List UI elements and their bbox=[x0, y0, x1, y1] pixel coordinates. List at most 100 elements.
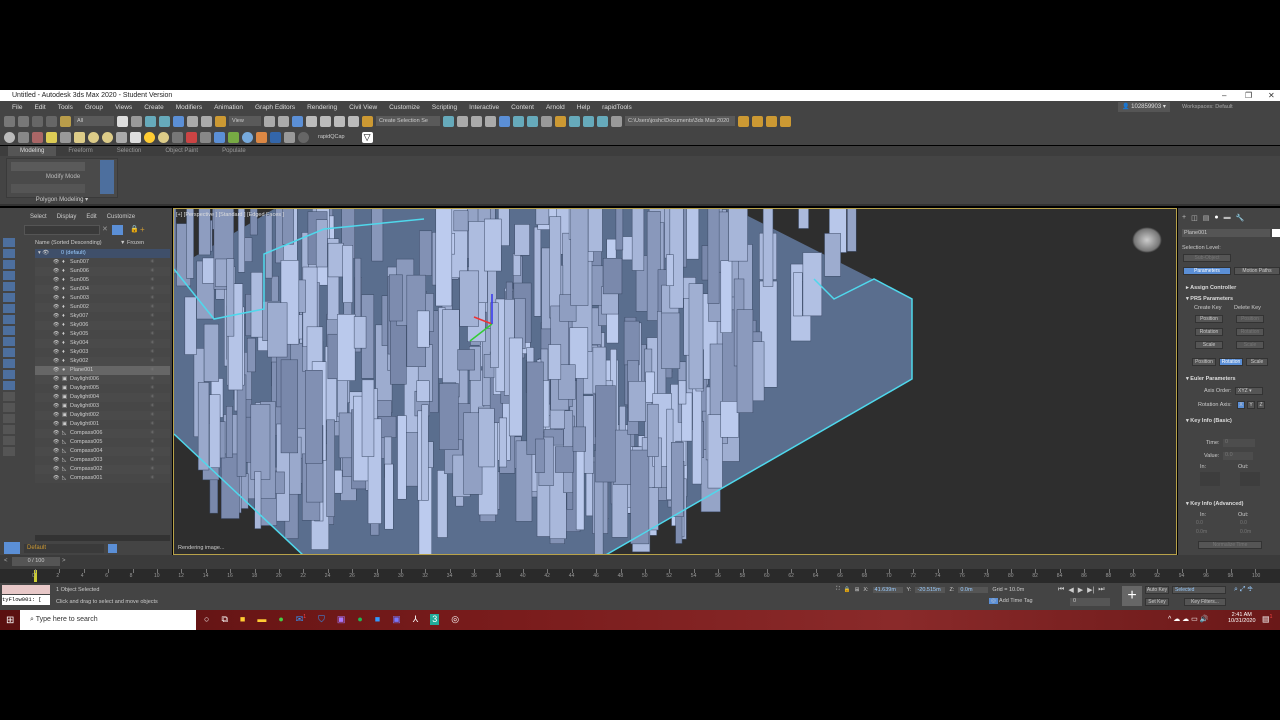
menu-animation[interactable]: Animation bbox=[208, 104, 249, 111]
explorer-filter-icon[interactable] bbox=[3, 260, 15, 269]
scene-object-row[interactable]: 👁 ♦ Sky002 ✳ bbox=[35, 357, 170, 366]
obs-icon[interactable]: ◎ bbox=[451, 614, 459, 625]
box-icon[interactable] bbox=[74, 131, 85, 143]
edit-named-selection-icon[interactable] bbox=[362, 115, 373, 127]
frozen-toggle-icon[interactable]: ✳ bbox=[150, 456, 155, 465]
x-coord-field[interactable]: 41.639m bbox=[872, 586, 903, 593]
chrome-icon[interactable]: ● bbox=[278, 614, 283, 625]
frozen-toggle-icon[interactable]: ✳ bbox=[150, 303, 155, 312]
visibility-eye-icon[interactable]: 👁 bbox=[53, 348, 59, 357]
frozen-toggle-icon[interactable]: ✳ bbox=[150, 285, 155, 294]
layer-row[interactable]: ▾ 👁 0 (default) bbox=[35, 249, 170, 258]
bug-icon[interactable] bbox=[228, 131, 239, 143]
layer-dropdown[interactable]: Default bbox=[24, 544, 104, 553]
scene-object-row[interactable]: 👁 ♦ Sun002 ✳ bbox=[35, 303, 170, 312]
material-editor-icon[interactable] bbox=[541, 115, 552, 127]
axis-y-button[interactable]: Y bbox=[1247, 401, 1255, 409]
utilities-tab-icon[interactable]: 🔧 bbox=[1236, 214, 1245, 222]
explorer-filter-icon[interactable] bbox=[3, 436, 15, 445]
frozen-toggle-icon[interactable]: ✳ bbox=[150, 384, 155, 393]
motion-tab-icon[interactable]: ● bbox=[1214, 214, 1218, 222]
frozen-toggle-icon[interactable]: ✳ bbox=[150, 294, 155, 303]
archive-folder-icon[interactable] bbox=[780, 115, 791, 127]
visibility-eye-icon[interactable]: 👁 bbox=[53, 429, 59, 438]
render-setup-icon[interactable] bbox=[555, 115, 566, 127]
teams-icon[interactable]: ▣ bbox=[392, 614, 401, 625]
taskbar-search-input[interactable]: ⌕ Type here to search bbox=[20, 610, 196, 630]
maxscript-input[interactable]: tyFlow001: [ bbox=[2, 595, 50, 605]
frozen-toggle-icon[interactable]: ✳ bbox=[150, 393, 155, 402]
flask-icon[interactable] bbox=[200, 131, 211, 143]
visibility-eye-icon[interactable]: 👁 bbox=[53, 366, 59, 375]
value-field[interactable]: 0.0 bbox=[1223, 452, 1253, 460]
visibility-eye-icon[interactable]: 👁 bbox=[53, 447, 59, 456]
explorer-menu-edit[interactable]: Edit bbox=[86, 214, 96, 220]
time-field[interactable]: 0 bbox=[1223, 439, 1255, 447]
visibility-eye-icon[interactable]: 👁 bbox=[53, 276, 59, 285]
visibility-eye-icon[interactable]: 👁 bbox=[53, 339, 59, 348]
vray-icon[interactable]: ▽ bbox=[361, 131, 373, 143]
mail-icon[interactable]: ✉1 bbox=[296, 614, 306, 625]
frozen-toggle-icon[interactable]: ✳ bbox=[150, 465, 155, 474]
track-bar[interactable]: 0 2 4 6 8 10 12 14 16 18 20 22 24 26 28 30 32 34 36 38 40 42 4… bbox=[0, 569, 1280, 583]
next-key-icon[interactable]: ▶| bbox=[1087, 586, 1094, 594]
window-crossing-icon[interactable] bbox=[159, 115, 170, 127]
explorer-filter-icon[interactable] bbox=[3, 282, 15, 291]
create-tab-icon[interactable]: + bbox=[1182, 214, 1186, 222]
scene-object-row[interactable]: 👁 ▣ Daylight003 ✳ bbox=[35, 402, 170, 411]
scene-object-row[interactable]: 👁 ▣ Daylight005 ✳ bbox=[35, 384, 170, 393]
scene-object-row[interactable]: 👁 ● Plane001 ✳ bbox=[35, 366, 170, 375]
close-button[interactable]: ✕ bbox=[1268, 90, 1275, 101]
visibility-eye-icon[interactable]: 👁 bbox=[53, 312, 59, 321]
key-info-basic-rollout[interactable]: ▾ Key Info (Basic) bbox=[1186, 418, 1232, 424]
delete-position-key[interactable]: Position bbox=[1236, 315, 1264, 323]
select-object-icon[interactable] bbox=[117, 115, 128, 127]
explorer-filter-icon[interactable] bbox=[3, 403, 15, 412]
named-selection-dropdown[interactable]: Create Selection Se bbox=[376, 116, 440, 126]
explorer-filter-icon[interactable] bbox=[3, 425, 15, 434]
save-folder-icon[interactable] bbox=[766, 115, 777, 127]
ribbon-tab-freeform[interactable]: Freeform bbox=[56, 146, 104, 156]
selection-lock-icon[interactable]: 🔒 bbox=[844, 587, 851, 593]
scale-icon[interactable] bbox=[201, 115, 212, 127]
visibility-eye-icon[interactable]: 👁 bbox=[53, 384, 59, 393]
visibility-eye-icon[interactable]: 👁 bbox=[53, 303, 59, 312]
minimize-button[interactable]: – bbox=[1222, 90, 1226, 101]
explorer-filter-icon[interactable] bbox=[3, 315, 15, 324]
key-filters-button[interactable]: Key Filters... bbox=[1184, 598, 1226, 606]
absolute-mode-icon[interactable]: ⊞ bbox=[855, 587, 860, 593]
frozen-toggle-icon[interactable]: ✳ bbox=[150, 321, 155, 330]
in-tangent-button[interactable] bbox=[1200, 472, 1220, 486]
clock[interactable]: 2:41 AM 10/31/2020 bbox=[1228, 612, 1256, 624]
reference-coord-dropdown[interactable]: View bbox=[229, 116, 261, 126]
explorer-filter-icon[interactable] bbox=[3, 370, 15, 379]
frozen-toggle-icon[interactable]: ✳ bbox=[150, 357, 155, 366]
account-button[interactable]: 👤 102859903 ▾ bbox=[1118, 102, 1170, 112]
gear-icon[interactable] bbox=[214, 131, 225, 143]
polygon-modeling-dropdown[interactable]: Polygon Modeling ▾ bbox=[6, 196, 118, 203]
position-tab[interactable]: Position bbox=[1192, 358, 1216, 366]
dots-icon[interactable] bbox=[256, 131, 267, 143]
sub-object-button[interactable]: Sub-Object bbox=[1183, 254, 1231, 262]
time-slider-thumb[interactable]: 0 / 100 bbox=[12, 557, 60, 566]
add-layer-icon[interactable]: + bbox=[140, 225, 145, 234]
visibility-eye-icon[interactable]: 👁 bbox=[53, 438, 59, 447]
menu-scripting[interactable]: Scripting bbox=[426, 104, 463, 111]
display-tab-icon[interactable]: ▬ bbox=[1224, 214, 1231, 222]
render-iterative-icon[interactable] bbox=[611, 115, 622, 127]
viewcube-icon[interactable] bbox=[1132, 227, 1162, 253]
menu-customize[interactable]: Customize bbox=[383, 104, 426, 111]
parameters-tab[interactable]: Parameters bbox=[1183, 267, 1231, 275]
explorer-menu-display[interactable]: Display bbox=[57, 214, 77, 220]
axis-order-dropdown[interactable]: XYZ ▾ bbox=[1235, 387, 1263, 395]
explorer-filter-icon[interactable] bbox=[3, 293, 15, 302]
adv-out-field[interactable]: 0.0 bbox=[1240, 520, 1247, 526]
link-icon[interactable] bbox=[32, 115, 43, 127]
time-slider[interactable]: < 0 / 100 > bbox=[0, 555, 1280, 569]
current-frame-field[interactable]: 0 bbox=[1070, 598, 1110, 606]
battery-icon[interactable] bbox=[284, 131, 295, 143]
teapot-icon[interactable] bbox=[4, 131, 15, 143]
filter-icon[interactable] bbox=[112, 225, 123, 235]
menu-rendering[interactable]: Rendering bbox=[301, 104, 343, 111]
scene-object-row[interactable]: 👁 ♦ Sky006 ✳ bbox=[35, 321, 170, 330]
